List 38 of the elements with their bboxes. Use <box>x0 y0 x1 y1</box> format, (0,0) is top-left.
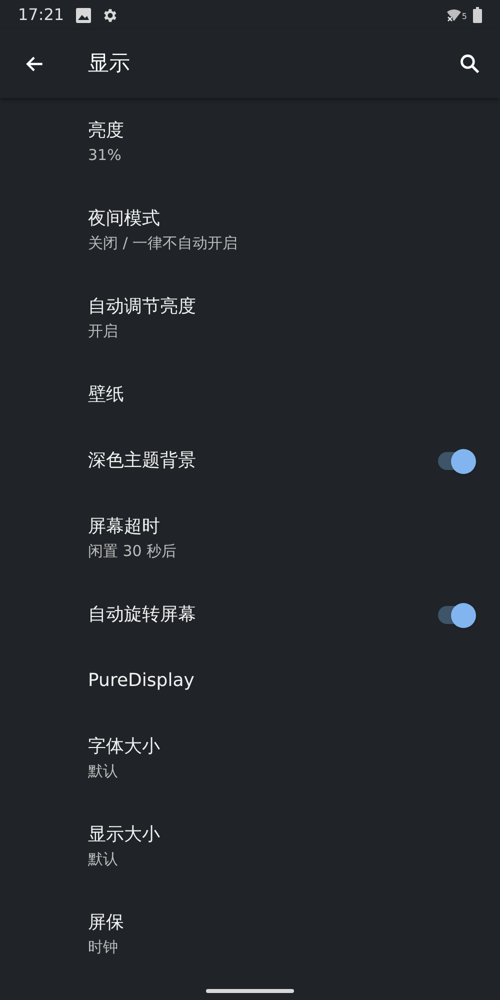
setting-title: 夜间模式 <box>88 207 161 231</box>
settings-item[interactable]: 显示大小 默认 <box>0 802 500 890</box>
setting-title: PureDisplay <box>88 669 196 693</box>
setting-summary: 闲置 30 秒后 <box>88 541 178 562</box>
setting-title: 自动调节亮度 <box>88 295 197 319</box>
setting-summary: 31% <box>88 145 122 166</box>
toggle-switch[interactable] <box>436 448 476 474</box>
setting-summary: 时钟 <box>88 937 119 958</box>
setting-summary: 开启 <box>88 321 119 342</box>
setting-title: 屏幕超时 <box>88 515 161 539</box>
setting-summary: 关闭 / 一律不自动开启 <box>88 233 239 254</box>
setting-title: 深色主题背景 <box>88 449 197 473</box>
toggle-switch[interactable] <box>436 602 476 628</box>
setting-summary: 默认 <box>88 849 119 870</box>
status-time: 17:21 <box>18 4 64 26</box>
setting-summary: 默认 <box>88 761 119 782</box>
settings-item[interactable]: PureDisplay <box>0 648 500 714</box>
settings-item[interactable]: 壁纸 <box>0 362 500 428</box>
setting-title: 屏保 <box>88 911 125 935</box>
settings-item[interactable]: 夜间模式 关闭 / 一律不自动开启 <box>0 186 500 274</box>
settings-item[interactable]: 深色主题背景 <box>0 428 500 494</box>
settings-item[interactable]: 字体大小 默认 <box>0 714 500 802</box>
battery-icon <box>473 7 482 23</box>
settings-item[interactable]: 自动调节亮度 开启 <box>0 274 500 362</box>
setting-title: 字体大小 <box>88 735 161 759</box>
wifi-off-icon <box>446 7 462 23</box>
image-icon <box>76 8 92 22</box>
settings-item[interactable]: 亮度 31% <box>0 98 500 186</box>
setting-title: 亮度 <box>88 119 125 143</box>
setting-title: 显示大小 <box>88 823 161 847</box>
network-label: 5 <box>462 11 467 23</box>
search-icon <box>459 53 481 75</box>
setting-title: 壁纸 <box>88 383 125 407</box>
settings-item[interactable]: 屏幕超时 闲置 30 秒后 <box>0 494 500 582</box>
setting-title: 自动旋转屏幕 <box>88 603 197 627</box>
app-bar-title: 显示 <box>88 50 130 78</box>
settings-item[interactable]: 自动旋转屏幕 <box>0 582 500 648</box>
settings-item[interactable]: 屏保 时钟 <box>0 890 500 978</box>
